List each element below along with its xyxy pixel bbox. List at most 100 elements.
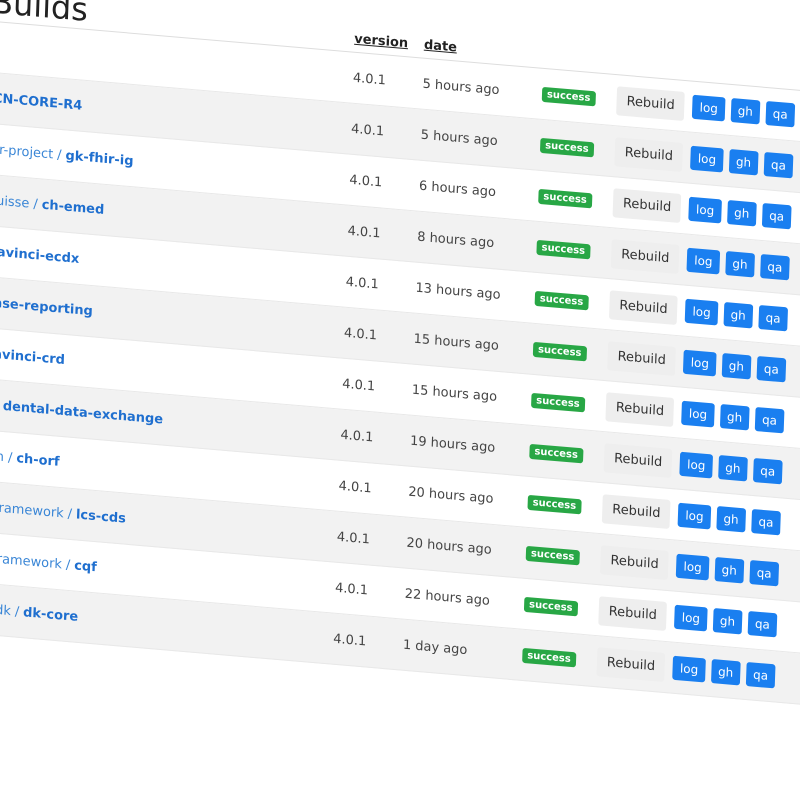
builds-table-body: 4.0.1 5 hours ago success Rebuild log gh qa CN-… [0,17,800,714]
status-cell: success [529,426,584,481]
rebuild-button[interactable]: Rebuild [610,238,680,274]
build-age-cell: 8 hours ago [416,229,495,251]
rebuild-button[interactable]: Rebuild [607,340,677,376]
rebuild-button[interactable]: Rebuild [608,289,679,325]
qa-button[interactable]: qa [761,202,792,230]
repo-link[interactable]: lcs-cds [76,507,126,526]
rebuild-button[interactable]: Rebuild [596,646,666,682]
repo-link[interactable]: case-reporting [0,295,93,319]
rebuild-button[interactable]: Rebuild [603,442,673,478]
version-cell: 4.0.1 [333,631,367,650]
owner-link[interactable]: suisse [0,193,30,211]
status-badge: success [522,647,576,667]
gh-button[interactable]: gh [716,505,747,533]
version-cell: 4.0.1 [352,70,387,89]
status-badge: success [523,596,578,616]
version-cell: 4.0.1 [345,274,379,293]
status-badge: success [539,137,594,157]
gh-button[interactable]: gh [725,250,755,278]
gh-button[interactable]: gh [719,403,750,431]
log-button[interactable]: log [676,553,710,581]
owner-link[interactable]: 7ch [0,448,4,465]
gh-button[interactable]: gh [712,607,743,635]
build-age-cell: 13 hours ago [415,280,501,303]
date-column-header[interactable]: date [424,38,457,56]
repo-link[interactable]: ch-emed [41,197,104,217]
qa-button[interactable]: qa [756,355,787,383]
status-cell: success [532,324,587,379]
qa-button[interactable]: qa [763,151,794,179]
log-button[interactable]: log [690,145,724,173]
qa-button[interactable]: qa [745,661,776,689]
status-cell: success [539,120,594,175]
log-button[interactable]: log [681,400,715,428]
repo-link[interactable]: davinci-ecdx [0,244,79,267]
gh-button[interactable]: gh [723,301,754,329]
status-badge: success [532,341,587,361]
rebuild-button[interactable]: Rebuild [605,391,675,427]
status-cell: success [534,273,589,328]
status-badge: success [536,239,591,259]
repo-link[interactable]: ch-orf [16,451,60,470]
qa-button[interactable]: qa [760,253,790,281]
repo-link[interactable]: dk-core [23,605,78,625]
rebuild-button[interactable]: Rebuild [600,544,670,580]
status-badge: success [538,188,593,208]
qa-button[interactable]: qa [758,304,788,332]
owner-link[interactable]: er-project [0,142,53,162]
qa-button[interactable]: qa [749,559,780,587]
version-cell: 4.0.1 [343,325,378,344]
build-age-cell: 19 hours ago [409,433,496,456]
log-button[interactable]: log [683,349,717,377]
status-badge: success [534,290,589,310]
status-cell: success [536,222,591,277]
owner-link[interactable]: cqframework [0,550,62,572]
path-separator: / [14,603,20,620]
log-button[interactable]: log [686,247,720,275]
repo-link[interactable]: cqf [74,558,97,575]
build-age-cell: 5 hours ago [420,127,498,149]
log-button[interactable]: log [692,94,726,122]
rebuild-button[interactable]: Rebuild [614,136,684,172]
version-cell: 4.0.1 [347,223,381,242]
log-button[interactable]: log [679,451,713,479]
rebuild-button[interactable]: Rebuild [601,493,671,529]
gh-button[interactable]: gh [726,199,757,227]
qa-button[interactable]: qa [754,406,785,434]
version-cell: 4.0.1 [338,478,372,497]
gh-button[interactable]: gh [730,97,761,125]
builds-page: G Builds version date 4.0.15 hours agosu… [0,0,800,803]
log-button[interactable]: log [677,502,711,530]
gh-button[interactable]: gh [717,454,748,482]
gh-button[interactable]: gh [721,352,752,380]
build-age-cell: 1 day ago [402,637,468,658]
version-column-header[interactable]: version [354,32,408,52]
owner-link[interactable]: cqframework [0,499,64,521]
owner-link[interactable]: hl7dk [0,601,11,619]
rebuild-button[interactable]: Rebuild [598,595,668,631]
status-cell: success [523,579,578,634]
repo-link[interactable]: gk-fhir-ig [65,148,133,169]
qa-button[interactable]: qa [751,508,781,536]
path-separator: / [33,196,38,212]
build-age-cell: 6 hours ago [418,178,497,200]
repo-link[interactable]: davinci-crd [0,346,65,368]
log-button[interactable]: log [674,604,708,632]
gh-button[interactable]: gh [728,148,759,176]
log-button[interactable]: log [685,298,719,326]
gh-button[interactable]: gh [714,556,745,584]
log-button[interactable]: log [672,655,706,683]
qa-button[interactable]: qa [747,610,778,638]
log-button[interactable]: log [688,196,722,224]
version-cell: 4.0.1 [341,376,376,395]
qa-button[interactable]: qa [752,457,783,485]
rebuild-button[interactable]: Rebuild [616,85,686,121]
status-cell: success [530,375,585,430]
repo-link[interactable]: dental-data-exchange [3,398,164,427]
repo-link[interactable]: CN-CORE-R4 [0,91,83,114]
rebuild-button[interactable]: Rebuild [612,187,682,223]
qa-button[interactable]: qa [765,100,796,128]
build-age-cell: 20 hours ago [406,535,492,558]
gh-button[interactable]: gh [710,658,741,686]
status-badge: success [527,494,582,514]
